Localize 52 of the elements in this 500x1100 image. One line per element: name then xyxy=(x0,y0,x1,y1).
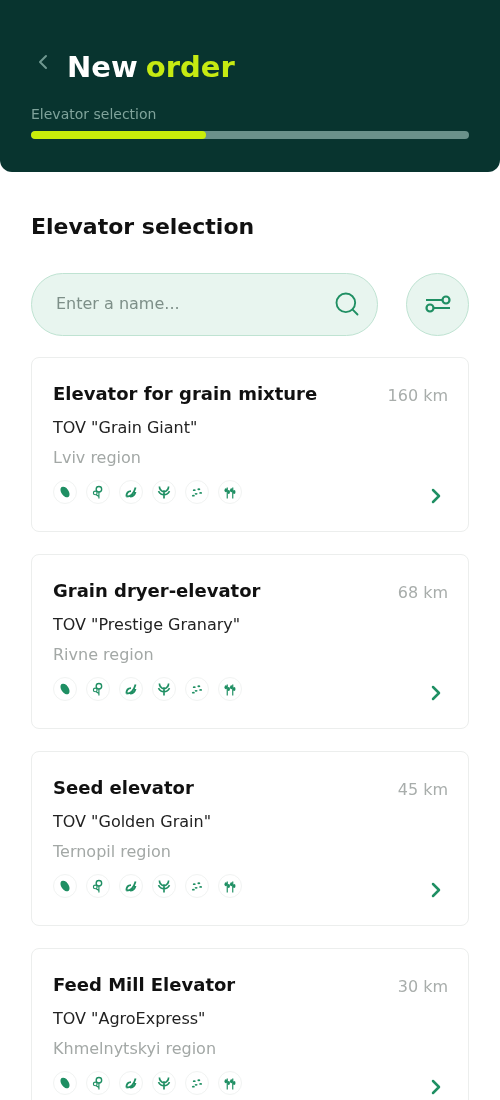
elevator-card[interactable]: Grain dryer-elevator 68 km TOV "Prestige Granary" Rivne region xyxy=(31,553,469,729)
company-text: TOV "AgroExpress" xyxy=(53,1007,207,1030)
elevator-card[interactable]: Seed elevator 45 km TOV "Golden Grain" Ternopil region xyxy=(31,750,469,926)
crop-icon xyxy=(152,873,176,898)
crop-icon xyxy=(152,676,176,701)
crop-icon xyxy=(119,676,143,701)
search-field[interactable]: Enter a name... xyxy=(56,292,333,316)
distance-text: 160 km xyxy=(387,384,448,407)
title-text: New xyxy=(67,49,138,86)
distance-text: 30 km xyxy=(397,975,448,998)
elevator-name: Seed elevator xyxy=(53,775,194,800)
search-icon[interactable] xyxy=(333,290,361,318)
crop-icon xyxy=(119,479,143,504)
crop-icon xyxy=(185,873,209,898)
crop-icon xyxy=(218,676,242,701)
crop-icon xyxy=(119,1070,143,1095)
crop-icon xyxy=(185,1070,209,1095)
crop-icon xyxy=(152,1070,176,1095)
company-text: TOV "Prestige Granary" xyxy=(53,613,242,636)
crop-icon xyxy=(185,676,209,701)
progress-label: Elevator selection xyxy=(31,104,158,124)
crop-icon xyxy=(86,873,110,898)
elevator-name: Grain dryer-elevator xyxy=(53,578,261,603)
elevator-name: Feed Mill Elevator xyxy=(53,972,236,997)
crop-icon xyxy=(119,873,143,898)
region-text: Rivne region xyxy=(53,643,155,666)
crop-icon xyxy=(185,479,209,504)
crop-icon xyxy=(86,1070,110,1095)
crop-icon xyxy=(86,676,110,701)
company-text: TOV "Golden Grain" xyxy=(53,810,213,833)
crop-icon xyxy=(53,873,77,898)
crop-icon xyxy=(86,479,110,504)
crop-icon xyxy=(218,1070,242,1095)
region-text: Lviv region xyxy=(53,446,142,469)
section-title: Elevator selection xyxy=(31,212,256,241)
crop-icon xyxy=(53,676,77,701)
elevator-card[interactable]: Feed Mill Elevator 30 km TOV "AgroExpress" Khmelnytskyi region xyxy=(31,947,469,1100)
search-bar[interactable]: Enter a name... xyxy=(31,272,378,336)
crop-icon xyxy=(218,873,242,898)
elevator-name: Elevator for grain mixture xyxy=(53,381,318,406)
elevator-card[interactable]: Elevator for grain mixture 160 km TOV "Grain Giant" Lviv region xyxy=(31,356,469,532)
title-accent-text: order xyxy=(145,49,235,86)
crop-icon xyxy=(53,479,77,504)
filter-icon xyxy=(424,294,451,314)
crop-icon xyxy=(152,479,176,504)
crop-icon xyxy=(53,1070,77,1095)
crop-icon xyxy=(218,479,242,504)
company-text: TOV "Grain Giant" xyxy=(53,416,199,439)
region-text: Khmelnytskyi region xyxy=(53,1037,218,1060)
distance-text: 45 km xyxy=(397,778,448,801)
distance-text: 68 km xyxy=(397,581,448,604)
region-text: Ternopil region xyxy=(53,840,172,863)
